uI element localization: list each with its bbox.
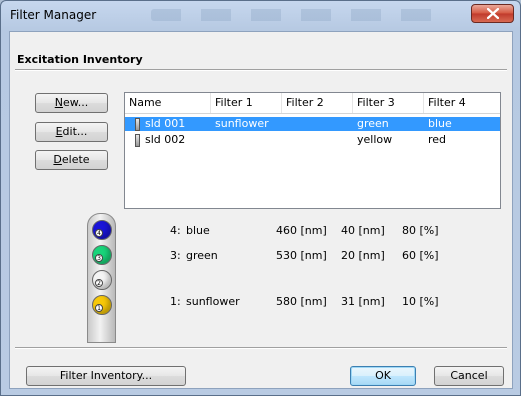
row-filter4: red	[428, 133, 447, 146]
column-header-filter2[interactable]: Filter 2	[282, 93, 353, 113]
detail-bandwidth: 40 [nm]	[341, 224, 385, 237]
row-filter3: yellow	[357, 133, 393, 146]
ok-button[interactable]: OK	[350, 366, 416, 386]
close-icon	[487, 8, 499, 19]
detail-transmission: 10 [%]	[402, 295, 439, 308]
row-filter1	[211, 133, 215, 147]
row-name: sld 002	[145, 133, 186, 146]
excitation-list[interactable]: Name Filter 1 Filter 2 Filter 3 Filter 4…	[124, 92, 501, 209]
new-accel: N	[54, 96, 63, 109]
section-divider	[15, 69, 507, 71]
list-header: Name Filter 1 Filter 2 Filter 3 Filter 4	[125, 93, 500, 114]
column-header-filter4[interactable]: Filter 4	[424, 93, 500, 113]
detail-wavelength: 580 [nm]	[276, 295, 327, 308]
detail-name: green	[186, 249, 218, 262]
column-header-name[interactable]: Name	[125, 93, 211, 113]
detail-transmission: 80 [%]	[402, 224, 439, 237]
detail-transmission: 60 [%]	[402, 249, 439, 262]
section-title: Excitation Inventory	[17, 53, 143, 66]
row-filter2	[282, 133, 286, 147]
filter-wheel: 4 3 2 1	[87, 213, 116, 343]
table-row[interactable]: sld 001 sunflower green blue	[125, 117, 500, 131]
cancel-button[interactable]: Cancel	[434, 366, 504, 386]
delete-button[interactable]: Delete	[35, 150, 108, 170]
dialog-client: Excitation Inventory New... Edit... Dele…	[9, 31, 513, 389]
footer-divider	[15, 347, 507, 349]
row-filter1: sunflower	[215, 117, 269, 130]
edit-button[interactable]: Edit...	[35, 122, 108, 142]
detail-name: blue	[186, 224, 210, 237]
slide-icon	[135, 118, 140, 131]
detail-slot: 3:	[170, 249, 181, 262]
filter-disk-2: 2	[92, 270, 112, 290]
row-filter3: green	[357, 117, 389, 130]
detail-bandwidth: 31 [nm]	[341, 295, 385, 308]
window-title: Filter Manager	[10, 8, 97, 22]
row-name: sld 001	[145, 117, 186, 130]
filter-inventory-button[interactable]: Filter Inventory...	[26, 366, 186, 386]
close-button[interactable]	[471, 4, 514, 23]
edit-label-rest: dit...	[62, 125, 88, 138]
detail-slot: 1:	[170, 295, 181, 308]
row-filter4: blue	[428, 117, 452, 130]
filter-disk-3: 3	[92, 245, 112, 265]
table-row[interactable]: sld 002 yellow red	[125, 133, 500, 147]
column-header-filter3[interactable]: Filter 3	[353, 93, 424, 113]
edit-accel: E	[55, 125, 63, 138]
filter-manager-window: Filter Manager Excitation Inventory New.…	[0, 0, 521, 396]
disk-number: 3	[95, 254, 103, 262]
title-bar[interactable]: Filter Manager	[1, 1, 520, 31]
slide-icon	[135, 134, 140, 147]
column-header-filter1[interactable]: Filter 1	[211, 93, 282, 113]
disk-number: 4	[95, 229, 103, 237]
detail-name: sunflower	[186, 295, 240, 308]
filter-disk-1: 1	[92, 295, 112, 315]
blurred-background	[151, 9, 451, 21]
detail-wavelength: 530 [nm]	[276, 249, 327, 262]
detail-wavelength: 460 [nm]	[276, 224, 327, 237]
filter-disk-4: 4	[92, 220, 112, 240]
delete-label-rest: elete	[61, 153, 90, 166]
delete-accel: D	[53, 153, 62, 166]
disk-number: 2	[95, 279, 103, 287]
disk-number: 1	[95, 304, 103, 312]
new-label-rest: ew...	[62, 96, 89, 109]
row-filter2	[282, 117, 286, 131]
new-button[interactable]: New...	[35, 93, 108, 113]
detail-bandwidth: 20 [nm]	[341, 249, 385, 262]
detail-slot: 4:	[170, 224, 181, 237]
